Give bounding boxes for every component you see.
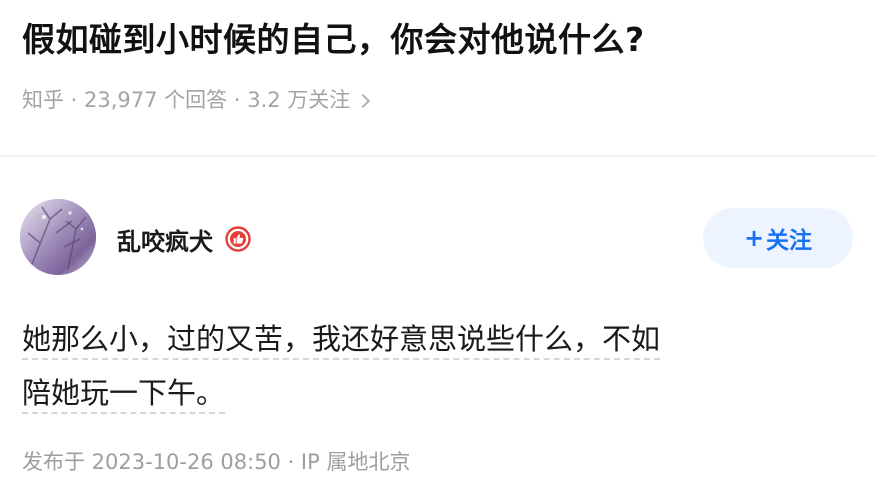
publish-info: 发布于 2023-10-26 08:50 · IP 属地北京	[22, 450, 411, 474]
section-divider	[0, 155, 877, 157]
like-badge-icon	[225, 226, 251, 252]
answer-line-text: 陪她玩一下午。	[22, 376, 226, 414]
follow-label: 关注	[766, 228, 813, 254]
chevron-right-icon	[356, 93, 371, 109]
question-title[interactable]: 假如碰到小时候的自己，你会对他说什么?	[22, 14, 645, 66]
answer-line: 陪她玩一下午。	[22, 366, 862, 420]
question-meta-text: 知乎 · 23,977 个回答 · 3.2 万关注	[22, 88, 351, 112]
answer-line: 她那么小，过的又苦，我还好意思说些什么，不如	[22, 312, 862, 366]
follow-button[interactable]: + 关注	[703, 208, 853, 268]
answer-content[interactable]: 她那么小，过的又苦，我还好意思说些什么，不如 陪她玩一下午。	[22, 312, 862, 420]
question-meta[interactable]: 知乎 · 23,977 个回答 · 3.2 万关注	[22, 80, 371, 120]
avatar[interactable]	[20, 199, 96, 275]
author-name[interactable]: 乱咬疯犬	[117, 222, 213, 257]
avatar-image	[20, 199, 96, 275]
answer-line-text: 她那么小，过的又苦，我还好意思说些什么，不如	[22, 322, 661, 360]
plus-icon: +	[743, 224, 765, 252]
author-row: 乱咬疯犬	[117, 217, 251, 261]
